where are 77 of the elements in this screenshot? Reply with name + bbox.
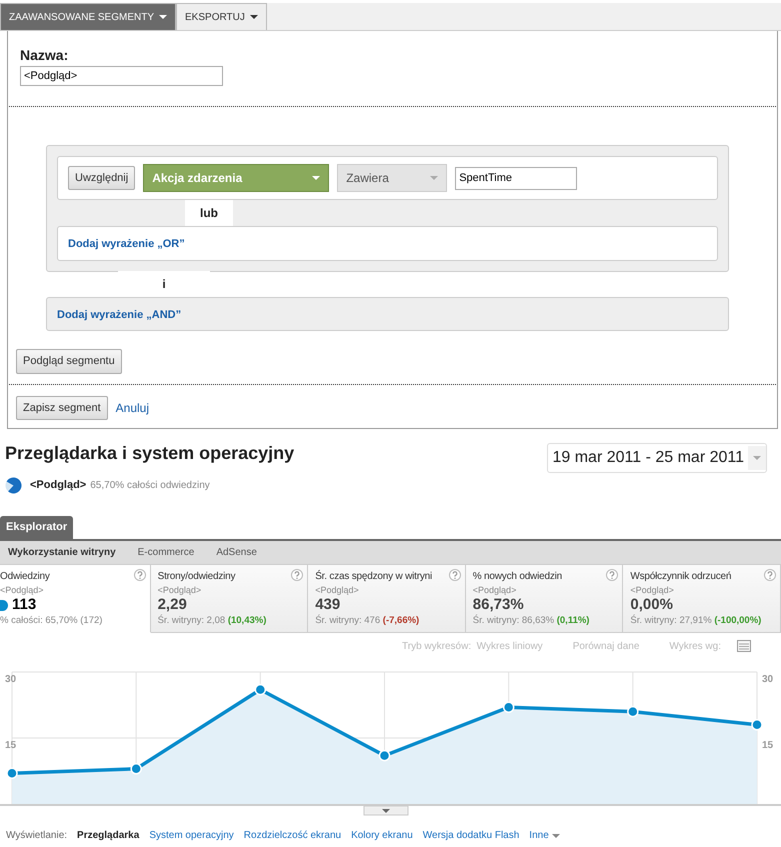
view-label: Wyświetlanie:	[6, 828, 68, 843]
caret-icon	[430, 176, 438, 180]
cancel-link[interactable]: Anuluj	[116, 398, 150, 417]
data-point	[627, 706, 639, 718]
include-button[interactable]: Uwzględnij	[68, 166, 136, 190]
sub-tab[interactable]: AdSense	[216, 544, 257, 560]
name-input[interactable]: <Podgląd>	[20, 66, 223, 86]
segment-name: <Podgląd>	[30, 478, 86, 494]
data-point	[130, 762, 142, 774]
segment-label: <Podgląd>	[0, 584, 45, 597]
help-icon[interactable]	[134, 568, 146, 580]
axis-label: 30	[5, 674, 16, 685]
help-icon[interactable]	[291, 568, 304, 580]
metric-footer: % całości: 65,70% (172)	[0, 614, 146, 628]
segment-label: <Podgląd>	[315, 584, 360, 597]
axis-label: 30	[762, 674, 774, 685]
view-link[interactable]: Rozdzielczość ekranu	[244, 828, 342, 843]
metric-value: 2,29	[158, 597, 187, 614]
date-range-picker[interactable]: 19 mar 2011 - 25 mar 2011	[547, 443, 767, 473]
caret-icon	[159, 15, 168, 19]
name-label: Nazwa:	[20, 46, 70, 65]
segment-label: <Podgląd>	[472, 584, 518, 597]
axis-label: 15	[762, 740, 774, 751]
metric-value: 86,73%	[472, 597, 524, 614]
metric-footer: Śr. witryny: 27,91% (-100,00%)	[630, 614, 776, 628]
metric-card[interactable]: Współczynnik odrzuceń <Podgląd> 0,00% Śr. witryny: 27,91% (-100,00%)	[623, 564, 781, 633]
caret-icon	[753, 456, 761, 460]
caret-icon	[250, 15, 258, 19]
explorer-tab[interactable]: Eksplorator	[0, 516, 74, 538]
operator-dropdown[interactable]: Zawiera	[337, 164, 448, 192]
metric-footer: Śr. witryny: 2,08 (10,43%)	[158, 614, 304, 628]
metric-value: 0,00%	[630, 597, 673, 614]
axis-label: 15	[5, 740, 16, 751]
save-segment-button[interactable]: Zapisz segment	[16, 396, 108, 420]
view-link[interactable]: Kolory ekranu	[351, 828, 413, 843]
metric-footer: Śr. witryny: 476 (-7,66%)	[315, 614, 461, 628]
value-input[interactable]: SpentTime	[455, 166, 578, 190]
metric-footer: Śr. witryny: 86,63% (0,11%)	[472, 614, 618, 628]
sub-tab[interactable]: E-commerce	[138, 544, 194, 560]
caret-icon	[312, 176, 320, 180]
segment-label: <Podgląd>	[158, 584, 202, 597]
preview-segment-button[interactable]: Podgląd segmentu	[16, 349, 122, 374]
segment-share: 65,70% całości odwiedziny	[90, 479, 210, 493]
view-link[interactable]: System operacyjny	[149, 828, 234, 843]
metric-title: Odwiedziny	[0, 570, 51, 584]
dropdown-tab[interactable]: ZAAWANSOWANE SEGMENTY	[0, 3, 176, 30]
metric-card[interactable]: Strony/odwiedziny <Podgląd> 2,29 Śr. witryny: 2,08 (10,43%)	[150, 564, 308, 633]
metric-title: Strony/odwiedziny	[158, 570, 236, 584]
dropdown-tab[interactable]: EKSPORTUJ	[176, 3, 267, 30]
data-point	[378, 750, 390, 762]
data-point	[254, 684, 266, 696]
metric-value: 113	[12, 597, 36, 614]
metric-title: Współczynnik odrzuceń	[630, 570, 732, 584]
chart-by-label: Wykres wg:	[669, 640, 721, 654]
report-title: Przeglądarka i system operacyjny	[5, 443, 294, 465]
help-icon[interactable]	[764, 568, 776, 580]
metric-card[interactable]: Śr. czas spędzony w witryni <Podgląd> 439 Śr. witryny: 476 (-7,66%)	[308, 564, 466, 633]
table-icon[interactable]	[737, 640, 751, 652]
metric-title: Śr. czas spędzony w witryni	[315, 569, 434, 584]
metric-value: 439	[315, 597, 340, 614]
segment-label: <Podgląd>	[630, 584, 675, 597]
view-link[interactable]: Inne	[529, 828, 560, 843]
expand-handle[interactable]	[364, 805, 408, 816]
help-icon[interactable]	[606, 568, 618, 580]
data-point	[502, 701, 514, 713]
metric-title: % nowych odwiedzin	[472, 570, 564, 584]
metric-card[interactable]: % nowych odwiedzin <Podgląd> 86,73% Śr. witryny: 86,63% (0,11%)	[466, 564, 624, 633]
data-point	[751, 718, 763, 730]
help-icon[interactable]	[448, 568, 461, 580]
data-point	[6, 767, 18, 779]
metric-card[interactable]: Odwiedziny <Podgląd> 113 % całości: 65,70% (172)	[0, 564, 151, 633]
sub-tab[interactable]: Wykorzystanie witryny	[8, 544, 116, 560]
add-or-link[interactable]: Dodaj wyrażenie „OR”	[68, 238, 185, 250]
view-link[interactable]: Wersja dodatku Flash	[422, 828, 520, 843]
add-and-link[interactable]: Dodaj wyrażenie „AND”	[57, 308, 182, 320]
pie-chart-icon	[5, 477, 22, 494]
view-link[interactable]: Przeglądarka	[77, 828, 140, 843]
